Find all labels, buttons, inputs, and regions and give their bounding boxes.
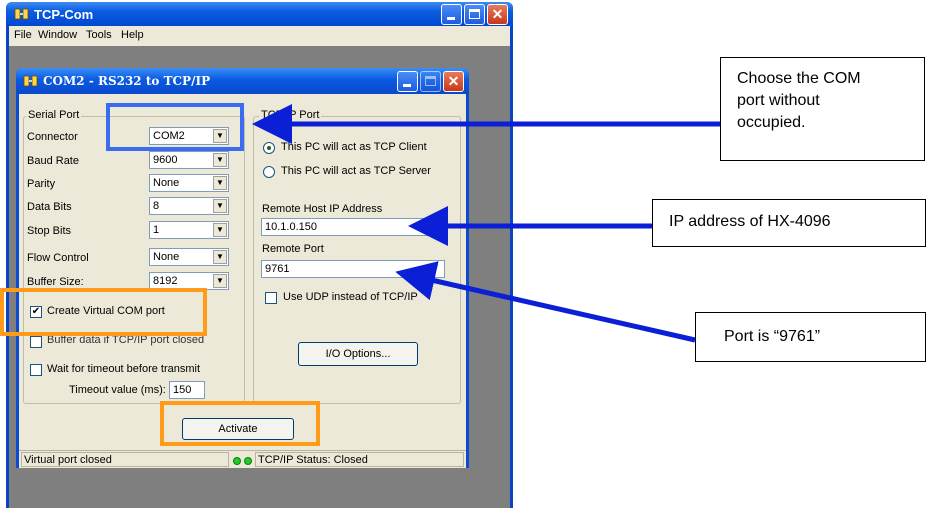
callout-com-line-2: port without: [737, 92, 820, 109]
callout-port: Port is “9761”: [695, 312, 926, 362]
callout-com-line-1: Choose the COM: [737, 70, 861, 87]
callout-ip: IP address of HX-4096: [652, 199, 926, 247]
callout-com-port: Choose the COM port without occupied.: [720, 57, 925, 161]
callout-ip-text: IP address of HX-4096: [669, 213, 831, 230]
arrow-to-port: [395, 261, 696, 343]
callout-port-text: Port is “9761”: [724, 328, 821, 345]
callout-com-line-3: occupied.: [737, 114, 806, 131]
